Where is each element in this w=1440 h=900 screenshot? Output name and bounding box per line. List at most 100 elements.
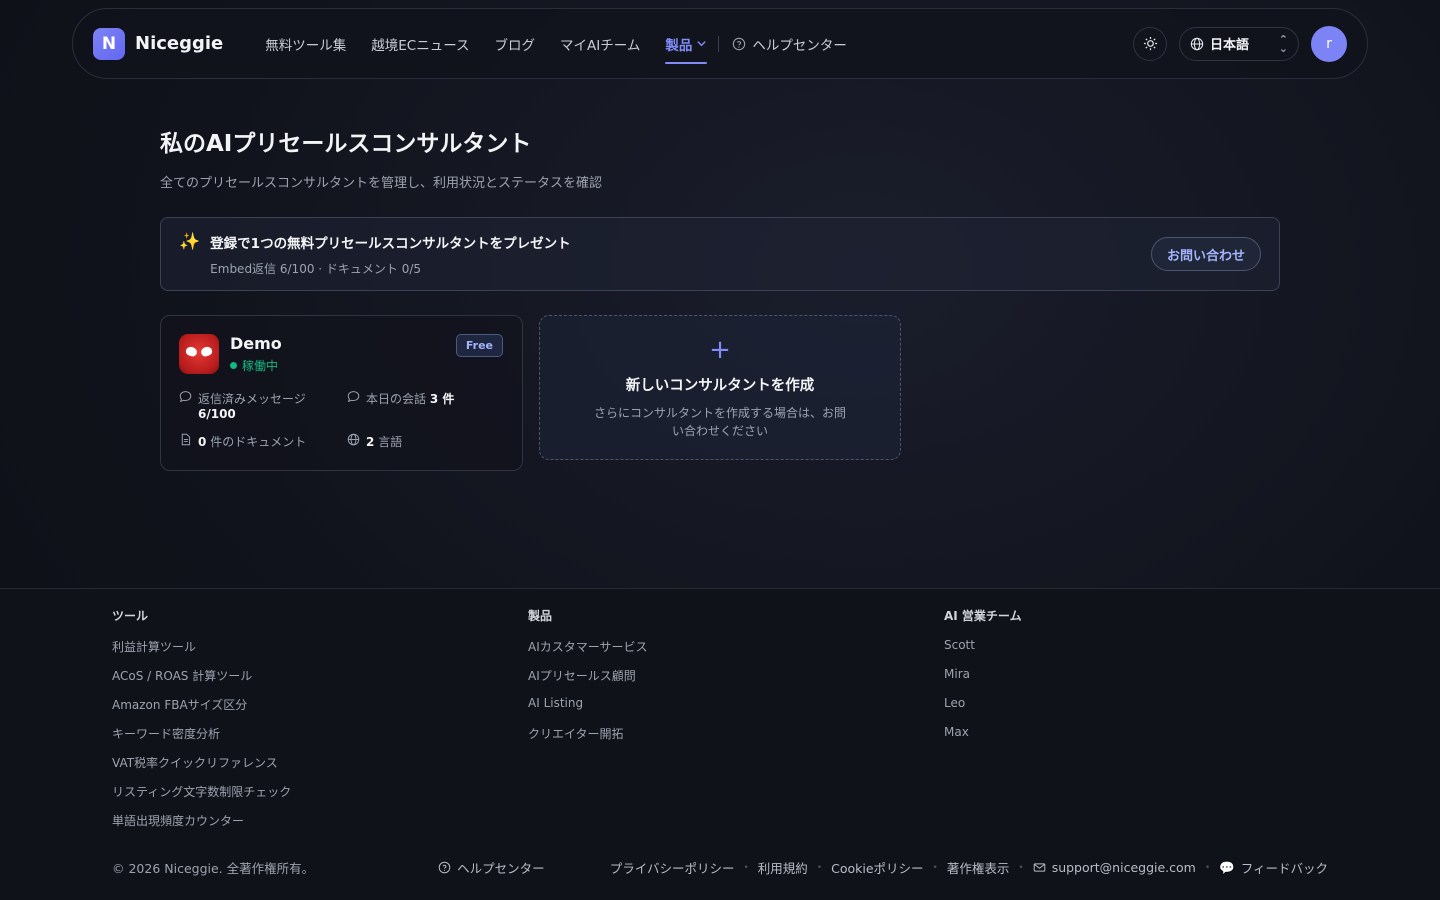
create-description: さらにコンサルタントを作成する場合は、お問い合わせください (593, 406, 846, 438)
copyright-notice-link[interactable]: 著作権表示 (947, 858, 1010, 877)
footer-link[interactable]: Mira (944, 667, 1360, 696)
status-dot (230, 362, 237, 369)
banner-title: 登録で1つの無料プリセールスコンサルタントをプレゼント (210, 235, 571, 252)
message-icon (347, 391, 360, 403)
stat-docs-text: 0 件のドキュメント (198, 433, 306, 450)
banner-usage: Embed返信 6/100 · ドキュメント 0/5 (210, 261, 422, 276)
stat-docs: 0 件のドキュメント (179, 433, 347, 450)
footer-link[interactable]: クリエイター開拓 (528, 725, 944, 754)
footer-col-tools: ツール 利益計算ツール ACoS / ROAS 計算ツール Amazon FBA… (112, 607, 528, 841)
footer-col-heading: 製品 (528, 609, 553, 623)
nav-links: 無料ツール集 越境ECニュース ブログ マイAIチーム 製品 ヘルプセンター (265, 34, 847, 64)
status-indicator: 稼働中 (230, 357, 282, 374)
stat-today-value: 3 件 (429, 392, 455, 406)
page-subtitle: 全てのプリセールスコンサルタントを管理し、利用状況とステータスを確認 (160, 176, 603, 191)
nav-divider (718, 35, 720, 52)
nav-link-blog[interactable]: ブログ (495, 34, 536, 54)
feedback-link[interactable]: 💬 フィードバック (1219, 858, 1328, 877)
nav-link-ec-news[interactable]: 越境ECニュース (371, 34, 469, 54)
footer-legal-links: プライバシーポリシー • 利用規約 • Cookieポリシー • 著作権表示 •… (610, 858, 1328, 877)
stat-replied: 返信済みメッセージ 6/100 (179, 390, 347, 421)
footer-link[interactable]: Scott (944, 638, 1360, 667)
feedback-label: フィードバック (1240, 861, 1328, 876)
help-circle-icon (438, 861, 451, 874)
footer-link[interactable]: AI Listing (528, 696, 944, 725)
mail-icon (1033, 863, 1045, 872)
bot-info: Demo 稼働中 (230, 334, 282, 374)
speech-bubble-icon: 💬 (1219, 859, 1235, 875)
footer-link[interactable]: Amazon FBAサイズ区分 (112, 696, 528, 725)
globe-icon (1190, 37, 1204, 50)
nav-right: 日本語 ⌃ ⌄ r (1133, 25, 1347, 62)
chevron-down-icon (697, 41, 707, 47)
stat-langs-label: 言語 (378, 435, 403, 449)
banner-text: 登録で1つの無料プリセールスコンサルタントをプレゼント Embed返信 6/10… (210, 232, 570, 277)
footer-bottom: © 2026 Niceggie. 全著作権所有。 ヘルプセンター プライバシーポ… (112, 858, 1328, 877)
footer-link[interactable]: Leo (944, 696, 1360, 725)
consultant-card-demo[interactable]: Demo 稼働中 Free 返信済みメッセージ 6/100 本日の会話 3 件 … (160, 315, 523, 471)
footer-col-ai-team: AI 営業チーム Scott Mira Leo Max (944, 607, 1360, 841)
help-circle-icon (733, 37, 746, 50)
sparkles-icon: ✨ (179, 232, 201, 252)
stat-today-label: 本日の会話 (366, 392, 427, 406)
separator-dot: • (816, 862, 823, 873)
stat-replied-label: 返信済みメッセージ (198, 392, 306, 406)
logo-mark: N (93, 27, 125, 60)
footer-col-products: 製品 AIカスタマーサービス AIプリセールス顧問 AI Listing クリエ… (528, 607, 944, 841)
terms-link[interactable]: 利用規約 (758, 858, 808, 877)
bot-avatar (179, 334, 219, 374)
stat-langs-text: 2 言語 (366, 433, 402, 450)
footer: ツール 利益計算ツール ACoS / ROAS 計算ツール Amazon FBA… (0, 588, 1440, 900)
nav-link-products-label: 製品 (665, 37, 693, 54)
sun-icon (1143, 36, 1157, 51)
language-select[interactable]: 日本語 ⌃ ⌄ (1179, 26, 1299, 61)
footer-link[interactable]: Max (944, 725, 1360, 754)
support-email-link[interactable]: support@niceggie.com (1033, 860, 1196, 875)
nav-link-free-tools[interactable]: 無料ツール集 (265, 34, 346, 54)
footer-link[interactable]: AIプリセールス顧問 (528, 667, 944, 696)
cookie-policy-link[interactable]: Cookieポリシー (831, 858, 923, 877)
nav-link-help-center[interactable]: ヘルプセンター (732, 34, 847, 54)
footer-link[interactable]: VAT税率クイックリファレンス (112, 754, 528, 783)
stat-docs-label: 件のドキュメント (210, 435, 307, 449)
avatar-eye-left (184, 345, 199, 358)
stat-langs-value: 2 (366, 435, 375, 449)
footer-link[interactable]: ACoS / ROAS 計算ツール (112, 667, 528, 696)
contact-button[interactable]: お問い合わせ (1150, 237, 1261, 271)
separator-dot: • (932, 862, 938, 873)
stat-langs: 2 言語 (347, 433, 504, 450)
globe-icon (347, 433, 360, 446)
nav-link-my-ai-team[interactable]: マイAIチーム (560, 34, 640, 54)
footer-link[interactable]: リスティング文字数制限チェック (112, 783, 528, 812)
copyright: © 2026 Niceggie. 全著作権所有。 (112, 861, 315, 876)
nav-link-products[interactable]: 製品 (665, 34, 708, 64)
privacy-policy-link[interactable]: プライバシーポリシー (610, 858, 735, 877)
theme-toggle-button[interactable] (1133, 26, 1167, 61)
footer-columns: ツール 利益計算ツール ACoS / ROAS 計算ツール Amazon FBA… (112, 607, 1360, 841)
footer-link[interactable]: AIカスタマーサービス (528, 638, 944, 667)
stat-today-text: 本日の会話 3 件 (366, 390, 454, 407)
language-value: 日本語 (1210, 38, 1250, 53)
logo[interactable]: N Niceggie (93, 27, 223, 60)
footer-link[interactable]: キーワード密度分析 (112, 725, 528, 754)
separator-dot: • (743, 862, 749, 873)
footer-link[interactable]: 利益計算ツール (112, 638, 528, 667)
page-title: 私のAIプリセールスコンサルタント (160, 131, 532, 157)
user-avatar[interactable]: r (1311, 25, 1347, 62)
footer-col-heading: ツール (112, 609, 149, 623)
top-nav: N Niceggie 無料ツール集 越境ECニュース ブログ マイAIチーム 製… (72, 8, 1368, 79)
footer-link[interactable]: 単語出現頻度カウンター (112, 812, 528, 841)
separator-dot: • (1204, 862, 1211, 873)
bot-name: Demo (230, 334, 282, 353)
stat-docs-value: 0 (198, 435, 207, 449)
plan-badge: Free (455, 334, 503, 357)
document-icon (181, 433, 191, 446)
create-title: 新しいコンサルタントを作成 (625, 378, 815, 394)
footer-help-center-link[interactable]: ヘルプセンター (438, 858, 545, 877)
stat-replied-text: 返信済みメッセージ 6/100 (198, 390, 306, 421)
stat-today: 本日の会話 3 件 (347, 390, 504, 421)
footer-help-label: ヘルプセンター (457, 861, 545, 876)
consultant-cards: Demo 稼働中 Free 返信済みメッセージ 6/100 本日の会話 3 件 … (160, 315, 1280, 471)
message-icon (179, 391, 192, 403)
create-consultant-card[interactable]: + 新しいコンサルタントを作成 さらにコンサルタントを作成する場合は、お問い合わ… (539, 315, 901, 460)
